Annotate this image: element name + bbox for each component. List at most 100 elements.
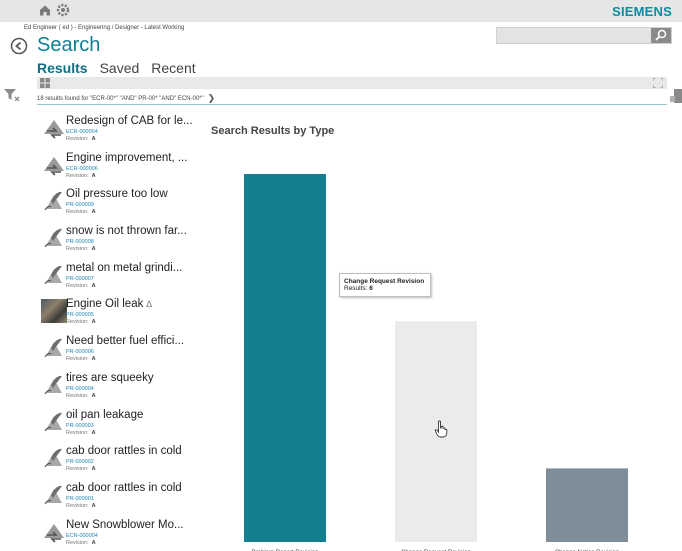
result-title-text: Engine improvement, ... bbox=[66, 151, 188, 164]
gear-icon[interactable] bbox=[56, 3, 70, 17]
brand-logo: SIEMENS bbox=[612, 4, 672, 19]
result-title[interactable]: tires are squeeky bbox=[66, 372, 154, 384]
result-revision: Revision: A bbox=[66, 136, 96, 142]
chart-title: Search Results by Type bbox=[211, 125, 335, 137]
revision-value: A bbox=[91, 209, 96, 216]
result-item[interactable]: Oil pressure too low PR-000009 Revision: A bbox=[40, 185, 200, 222]
result-title[interactable]: cab door rattles in cold bbox=[66, 482, 182, 494]
tab-results[interactable]: Results bbox=[37, 60, 88, 76]
tooltip-title: Change Request Revision bbox=[344, 278, 425, 285]
result-item[interactable]: oil pan leakage PR-000003 Revision: A bbox=[40, 406, 200, 443]
revision-label: Revision: bbox=[66, 319, 89, 326]
problem-report-icon bbox=[44, 485, 62, 505]
result-title-text: tires are squeeky bbox=[66, 371, 154, 384]
result-id: ECR-000004 bbox=[66, 129, 98, 135]
result-item[interactable]: Engine Oil leak ∆ PR-000005 Revision: A bbox=[40, 295, 200, 332]
result-revision: Revision: A bbox=[66, 173, 96, 179]
result-id: PR-000008 bbox=[66, 239, 94, 246]
result-item[interactable]: cab door rattles in cold PR-000002 Revisio… bbox=[40, 442, 200, 479]
result-list: Redesign of CAB for le... ECR-000004 Revis… bbox=[40, 112, 200, 551]
result-title[interactable]: Oil pressure too low bbox=[66, 188, 168, 200]
change-request-icon bbox=[44, 120, 64, 139]
bar-chart: Problem Report RevisionChange Request Re… bbox=[244, 174, 628, 551]
revision-value: A bbox=[91, 282, 96, 289]
result-title-text: oil pan leakage bbox=[66, 408, 144, 421]
result-item[interactable]: Redesign of CAB for le... ECR-000004 Revis… bbox=[40, 112, 200, 149]
result-title-text: Redesign of CAB for le... bbox=[66, 115, 193, 127]
bar-change-notice-revision[interactable] bbox=[546, 468, 628, 542]
engine-thumbnail bbox=[41, 299, 67, 324]
result-item[interactable]: metal on metal grindi... PR-000007 Revisio… bbox=[40, 259, 200, 296]
result-item[interactable]: New Snowblower Mo... ECN-000004 Revision: A bbox=[40, 516, 200, 551]
result-title-text: New Snowblower Mo... bbox=[66, 518, 184, 531]
result-id: ECN-000004 bbox=[66, 532, 98, 539]
revision-value: A bbox=[91, 136, 96, 142]
search-button[interactable] bbox=[651, 28, 671, 43]
result-title-text: cab door rattles in cold bbox=[66, 445, 182, 458]
result-item[interactable]: tires are squeeky PR-000004 Revision: A bbox=[40, 369, 200, 406]
tab-saved[interactable]: Saved bbox=[100, 60, 140, 76]
result-id: ECR-000006 bbox=[66, 165, 98, 172]
problem-report-icon bbox=[44, 228, 62, 248]
grid-view-icon[interactable] bbox=[40, 78, 50, 88]
revision-label: Revision: bbox=[66, 502, 89, 509]
result-title[interactable]: Redesign of CAB for le... bbox=[66, 115, 193, 127]
revision-value: A bbox=[91, 356, 96, 363]
revision-label: Revision: bbox=[66, 172, 89, 179]
change-request-icon bbox=[44, 156, 64, 176]
page-title: Search bbox=[37, 34, 101, 56]
revision-value: A bbox=[91, 392, 96, 399]
panel-toggle-icon[interactable] bbox=[670, 88, 682, 104]
expand-icon[interactable] bbox=[653, 78, 663, 88]
tab-recent[interactable]: Recent bbox=[151, 60, 195, 76]
result-title[interactable]: Engine Oil leak ∆ bbox=[66, 298, 152, 310]
result-title-text: Engine Oil leak bbox=[66, 298, 144, 311]
result-id: PR-000002 bbox=[66, 459, 94, 466]
bar-problem-report-revision[interactable] bbox=[244, 174, 326, 542]
filter-icon[interactable] bbox=[4, 89, 20, 101]
problem-report-icon bbox=[44, 375, 62, 395]
user-context: Ed Engineer ( ed ) - Engineering / Desig… bbox=[24, 25, 185, 31]
result-id: PR-000006 bbox=[66, 349, 94, 356]
revision-label: Revision: bbox=[66, 429, 89, 436]
result-item[interactable]: Need better fuel effici... PR-000006 Revis… bbox=[40, 332, 200, 369]
result-revision: Revision: A bbox=[66, 466, 96, 472]
result-title-text: snow is not thrown far... bbox=[66, 225, 187, 238]
home-icon[interactable] bbox=[38, 3, 52, 17]
search-input[interactable] bbox=[496, 27, 672, 44]
results-summary-text: 18 results found for "ECR-00*" "AND" PR-… bbox=[37, 96, 204, 102]
problem-report-icon bbox=[44, 412, 62, 431]
back-button[interactable] bbox=[10, 37, 28, 55]
result-id: PR-000005 bbox=[66, 312, 94, 319]
result-revision: Revision: A bbox=[66, 319, 96, 325]
result-item[interactable]: cab door rattles in cold PR-000001 Revisio… bbox=[40, 479, 200, 516]
result-title[interactable]: cab door rattles in cold bbox=[66, 445, 182, 457]
result-title[interactable]: metal on metal grindi... bbox=[66, 262, 182, 274]
result-title[interactable]: New Snowblower Mo... bbox=[66, 519, 184, 531]
search-icon bbox=[655, 29, 667, 41]
result-title[interactable]: Engine improvement, ... bbox=[66, 152, 187, 164]
result-title[interactable]: Need better fuel effici... bbox=[66, 335, 184, 347]
result-title-text: metal on metal grindi... bbox=[66, 261, 183, 274]
result-revision: Revision: A bbox=[66, 356, 96, 362]
divider bbox=[37, 104, 667, 105]
top-bar: SIEMENS bbox=[0, 0, 682, 22]
result-title[interactable]: oil pan leakage bbox=[66, 409, 143, 421]
result-title[interactable]: snow is not thrown far... bbox=[66, 225, 187, 237]
problem-report-icon bbox=[44, 265, 62, 285]
problem-report-icon bbox=[44, 449, 62, 468]
revision-value: A bbox=[91, 246, 96, 253]
tooltip-label: Results: bbox=[344, 285, 368, 292]
revision-value: A bbox=[91, 502, 96, 509]
result-item[interactable]: Engine improvement, ... ECR-000006 Revisio… bbox=[40, 149, 200, 186]
result-id: PR-000001 bbox=[66, 495, 94, 502]
shared-icon: ∆ bbox=[146, 299, 152, 310]
problem-report-icon bbox=[44, 339, 62, 358]
revision-label: Revision: bbox=[66, 209, 89, 216]
revision-label: Revision: bbox=[66, 466, 89, 473]
result-id: PR-000003 bbox=[66, 422, 94, 429]
result-item[interactable]: snow is not thrown far... PR-000008 Revisi… bbox=[40, 222, 200, 259]
revision-value: A bbox=[91, 319, 96, 326]
chevron-right-icon[interactable]: ❯ bbox=[208, 93, 216, 104]
result-revision: Revision: A bbox=[66, 430, 96, 436]
